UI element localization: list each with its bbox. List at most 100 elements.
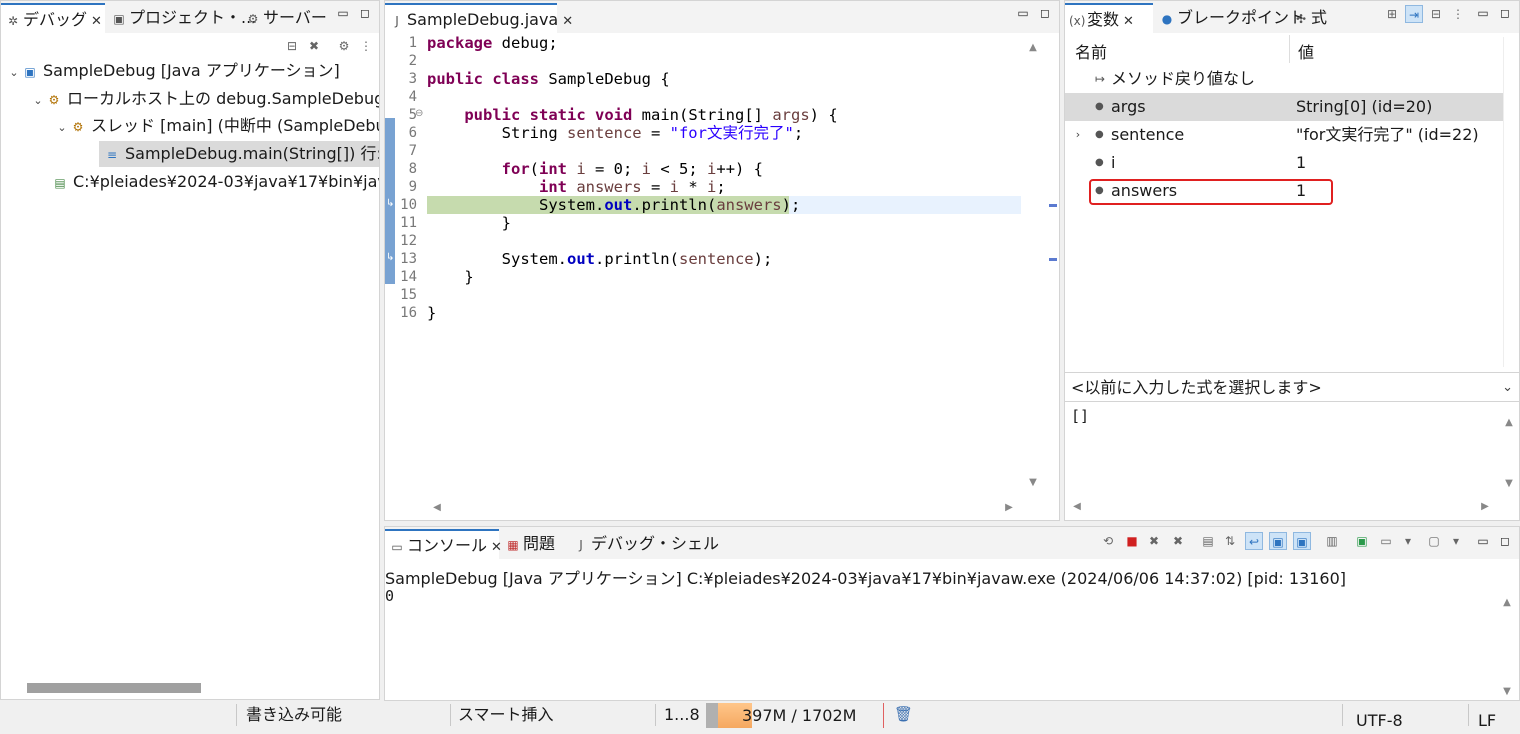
code-line[interactable]: public class SampleDebug { xyxy=(427,70,670,88)
column-header-value[interactable]: 値 xyxy=(1298,39,1314,63)
show-stderr-icon[interactable]: ▣ xyxy=(1293,532,1311,550)
close-icon[interactable]: ✕ xyxy=(1123,14,1134,29)
tree-item-process[interactable]: ▤ C:¥pleiades¥2024-03¥java¥17¥bin¥jav xyxy=(51,169,379,195)
chevron-down-icon[interactable]: ⌄ xyxy=(31,88,45,114)
tab-breakpoints[interactable]: ● ブレークポイント xyxy=(1155,3,1305,33)
tab-console[interactable]: ▭ コンソール ✕ xyxy=(385,529,502,559)
code-line[interactable]: int answers = i * i; xyxy=(427,178,726,196)
scroll-up-icon[interactable]: ▲ xyxy=(1499,597,1515,608)
code-line-current[interactable]: System.out.println(answers); xyxy=(427,196,800,214)
chevron-down-icon[interactable]: ▾ xyxy=(1447,532,1465,550)
chevron-down-icon[interactable]: ⌄ xyxy=(7,60,21,86)
scroll-down-icon[interactable]: ▼ xyxy=(1499,686,1515,697)
console-output[interactable]: 0 xyxy=(385,587,394,605)
clear-console-icon[interactable]: ▤ xyxy=(1199,532,1217,550)
scroll-lock-icon[interactable]: ⇅ xyxy=(1221,532,1239,550)
tab-project[interactable]: ▣ プロジェクト・... xyxy=(107,3,256,33)
status-position[interactable]: 1...8 xyxy=(664,701,700,728)
tab-problems[interactable]: ▦ 問題 xyxy=(501,529,565,559)
scroll-down-icon[interactable]: ▼ xyxy=(1501,478,1517,489)
tree-item-launch[interactable]: ⌄ ▣ SampleDebug [Java アプリケーション] xyxy=(7,58,339,86)
new-console-icon[interactable]: ▢ xyxy=(1425,532,1443,550)
tree-item-stack-frame[interactable]: ≡ SampleDebug.main(String[]) 行: xyxy=(99,141,379,167)
code-line[interactable]: } xyxy=(427,268,473,286)
code-line[interactable]: public static void main(String[] args) { xyxy=(427,106,837,124)
scroll-right-icon[interactable]: ▶ xyxy=(1477,501,1493,512)
maximize-icon[interactable]: ◻ xyxy=(1037,5,1053,21)
word-wrap-icon[interactable]: ↩ xyxy=(1245,532,1263,550)
tab-server[interactable]: ⚙ サーバー xyxy=(241,3,331,33)
detail-pane[interactable]: [] xyxy=(1065,403,1501,493)
view-menu-icon[interactable]: ⋮ xyxy=(1449,5,1467,23)
expression-selector[interactable]: <以前に入力した式を選択します> ⌄ xyxy=(1065,372,1519,403)
variable-row-method-return[interactable]: ↦ メソッド戻り値なし xyxy=(1065,65,1501,93)
close-icon[interactable]: ✕ xyxy=(91,14,102,29)
scroll-left-icon[interactable]: ◀ xyxy=(1069,501,1085,512)
display-console-icon[interactable]: ▭ xyxy=(1377,532,1395,550)
minimize-icon[interactable]: ▭ xyxy=(1475,533,1491,549)
console-vertical-scrollbar[interactable]: ▲ ▼ xyxy=(1499,589,1515,699)
gc-trash-icon[interactable]: 🗑 xyxy=(894,705,913,723)
remove-terminated-icon[interactable]: ✖ xyxy=(305,37,323,55)
minimize-icon[interactable]: ▭ xyxy=(1475,5,1491,21)
variables-scrollbar[interactable] xyxy=(1503,37,1519,367)
tree-item-thread[interactable]: ⌄ ⚙ スレッド [main] (中断中 (SampleDebu xyxy=(55,113,379,141)
minimize-icon[interactable]: ▭ xyxy=(335,5,351,21)
maximize-icon[interactable]: ◻ xyxy=(357,5,373,21)
status-line-ending[interactable]: LF xyxy=(1478,707,1496,734)
tab-variables[interactable]: (x)変数 ✕ xyxy=(1065,3,1153,33)
code-line[interactable]: System.out.println(sentence); xyxy=(427,250,773,268)
scroll-up-icon[interactable]: ▲ xyxy=(1501,417,1517,428)
maximize-icon[interactable]: ◻ xyxy=(1497,533,1513,549)
console-view-tabbar: ▭ コンソール ✕ ▦ 問題 J デバッグ・シェル ⟲ ■ ✖ ✖ ▤ ⇅ ↩ ▣ ▣ … xyxy=(385,527,1519,559)
code-line[interactable]: package debug; xyxy=(427,34,558,52)
horizontal-scrollbar[interactable]: ◀ ▶ xyxy=(425,500,1021,516)
chevron-down-icon[interactable]: ⌄ xyxy=(55,115,69,141)
code-line[interactable]: String sentence = "for文実行完了"; xyxy=(427,124,804,142)
detail-horizontal-scrollbar[interactable]: ◀ ▶ xyxy=(1065,499,1501,515)
maximize-icon[interactable]: ◻ xyxy=(1497,5,1513,21)
scroll-down-icon[interactable]: ▼ xyxy=(1025,477,1041,488)
chevron-right-icon[interactable]: › xyxy=(1071,121,1085,149)
scroll-left-icon[interactable]: ◀ xyxy=(429,502,445,513)
vertical-scrollbar[interactable]: ▲ ▼ xyxy=(1025,34,1041,492)
memory-bar[interactable]: 397M / 1702M xyxy=(706,703,884,728)
editor-tabbar: J SampleDebug.java ✕ ▭ ◻ xyxy=(385,1,1059,33)
open-console-icon[interactable]: ▣ xyxy=(1353,532,1371,550)
scroll-up-icon[interactable]: ▲ xyxy=(1025,42,1041,53)
tab-debug[interactable]: ✲ デバッグ ✕ xyxy=(1,3,105,33)
remove-all-terminated-icon[interactable]: ✖ xyxy=(1169,532,1187,550)
scroll-right-icon[interactable]: ▶ xyxy=(1001,502,1017,513)
horizontal-scrollbar[interactable] xyxy=(27,683,201,693)
pin-console-icon[interactable]: ▥ xyxy=(1323,532,1341,550)
terminate-icon[interactable]: ■ xyxy=(1123,532,1141,550)
column-header-name[interactable]: 名前 xyxy=(1075,39,1107,63)
chevron-down-icon[interactable]: ⌄ xyxy=(1502,373,1513,403)
show-logical-structure-icon[interactable]: ⇥ xyxy=(1405,5,1423,23)
launch-options-icon[interactable]: ⚙ xyxy=(335,37,353,55)
tab-sample-debug-java[interactable]: J SampleDebug.java ✕ xyxy=(385,3,573,33)
detail-vertical-scrollbar[interactable]: ▲ ▼ xyxy=(1501,405,1517,493)
view-menu-icon[interactable]: ⋮ xyxy=(357,37,375,55)
code-line[interactable]: } xyxy=(427,304,436,322)
link-icon[interactable]: ⟲ xyxy=(1099,532,1117,550)
show-stdout-icon[interactable]: ▣ xyxy=(1269,532,1287,550)
show-type-names-icon[interactable]: ⊞ xyxy=(1383,5,1401,23)
close-icon[interactable]: ✕ xyxy=(562,14,573,29)
variable-row-sentence[interactable]: › ● sentence "for文実行完了" (id=22) xyxy=(1065,121,1501,149)
remove-launch-icon[interactable]: ✖ xyxy=(1145,532,1163,550)
collapse-all-icon[interactable]: ⊟ xyxy=(283,37,301,55)
variable-row-args[interactable]: ● args String[0] (id=20) xyxy=(1065,93,1519,121)
minimize-icon[interactable]: ▭ xyxy=(1015,5,1031,21)
variable-row-i[interactable]: ● i 1 xyxy=(1065,149,1501,177)
tab-debug-shell[interactable]: J デバッグ・シェル xyxy=(569,529,719,559)
collapse-all-icon[interactable]: ⊟ xyxy=(1427,5,1445,23)
tree-item-vm[interactable]: ⌄ ⚙ ローカルホスト上の debug.SampleDebug: xyxy=(31,86,379,114)
column-header-divider[interactable] xyxy=(1289,35,1290,63)
chevron-down-icon[interactable]: ▾ xyxy=(1399,532,1417,550)
status-insert-mode[interactable]: スマート挿入 xyxy=(458,701,554,728)
code-line[interactable]: for(int i = 0; i < 5; i++) { xyxy=(427,160,763,178)
status-encoding[interactable]: UTF-8 xyxy=(1356,707,1403,734)
code-line[interactable]: } xyxy=(427,214,511,232)
tab-expressions[interactable]: ✣ 式 xyxy=(1289,3,1349,33)
